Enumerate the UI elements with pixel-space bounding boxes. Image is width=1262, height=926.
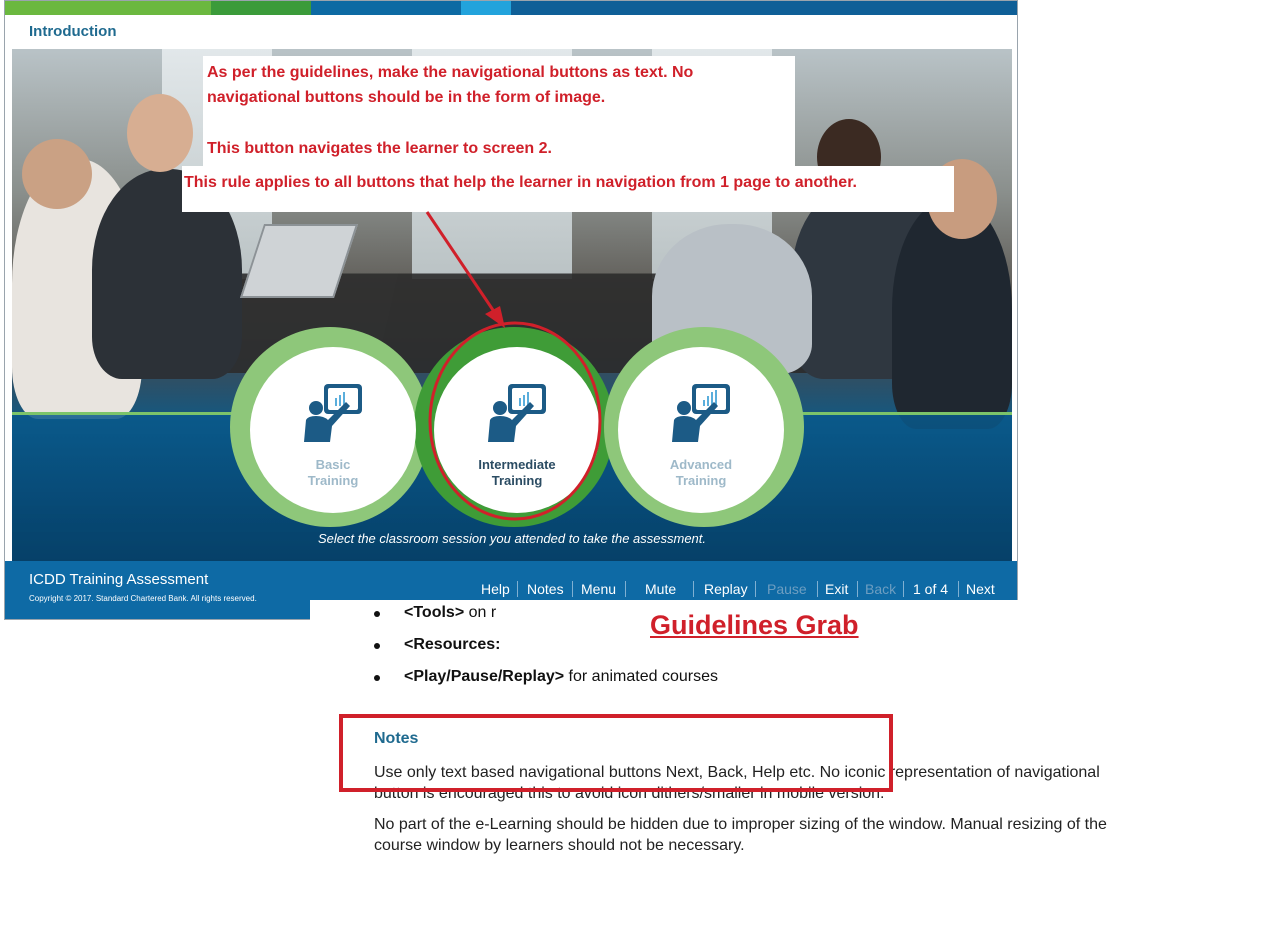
guidelines-title: Guidelines Grab	[650, 610, 859, 640]
highlight-ellipse	[428, 321, 602, 521]
list-item-text: <Resources:	[404, 636, 501, 654]
list-item-text: <Play/Pause/Replay> for animated courses	[404, 668, 718, 686]
bullet-icon	[374, 643, 380, 649]
bullet-rest: on r	[464, 604, 497, 621]
bullet-icon	[374, 675, 380, 681]
highlight-box	[339, 714, 893, 792]
bullet-rest: for animated courses	[564, 668, 718, 685]
annotation-arrow	[425, 211, 499, 317]
notes-paragraph: No part of the e-Learning should be hidd…	[374, 816, 1107, 854]
bullet-icon	[374, 611, 380, 617]
list-item-text: <Tools> on r	[404, 604, 496, 622]
bullet-bold: <Resources:	[404, 636, 501, 653]
bullet-bold: <Tools>	[404, 604, 465, 621]
bullet-bold: <Play/Pause/Replay>	[404, 668, 565, 685]
